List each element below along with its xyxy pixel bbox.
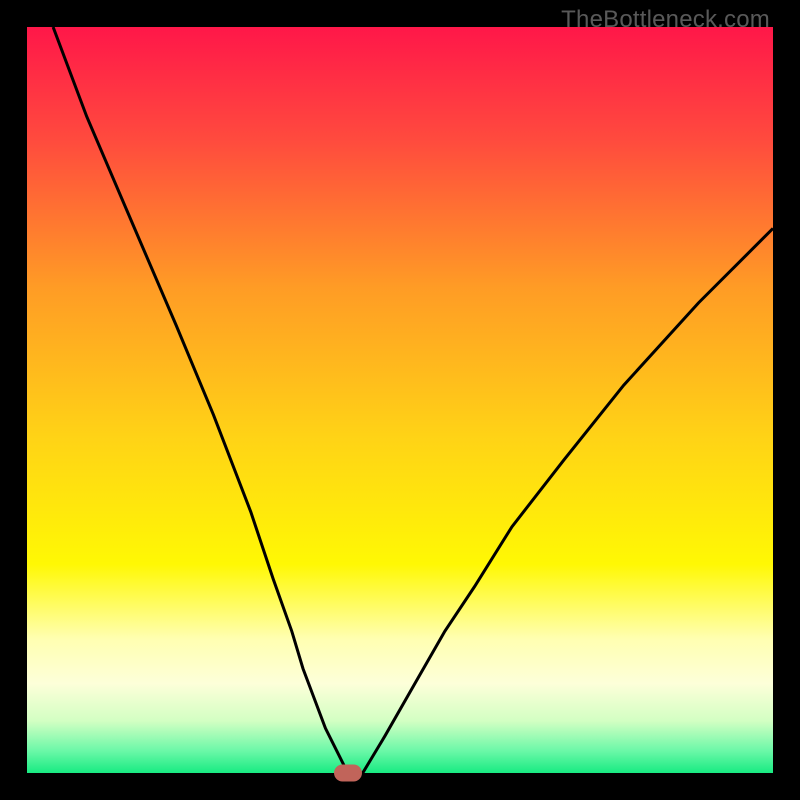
optimal-point-marker [334, 765, 362, 782]
curve-layer [27, 27, 773, 773]
plot-area [27, 27, 773, 773]
bottleneck-curve [53, 27, 773, 773]
chart-frame: TheBottleneck.com [0, 0, 800, 800]
watermark-text: TheBottleneck.com [561, 6, 770, 34]
